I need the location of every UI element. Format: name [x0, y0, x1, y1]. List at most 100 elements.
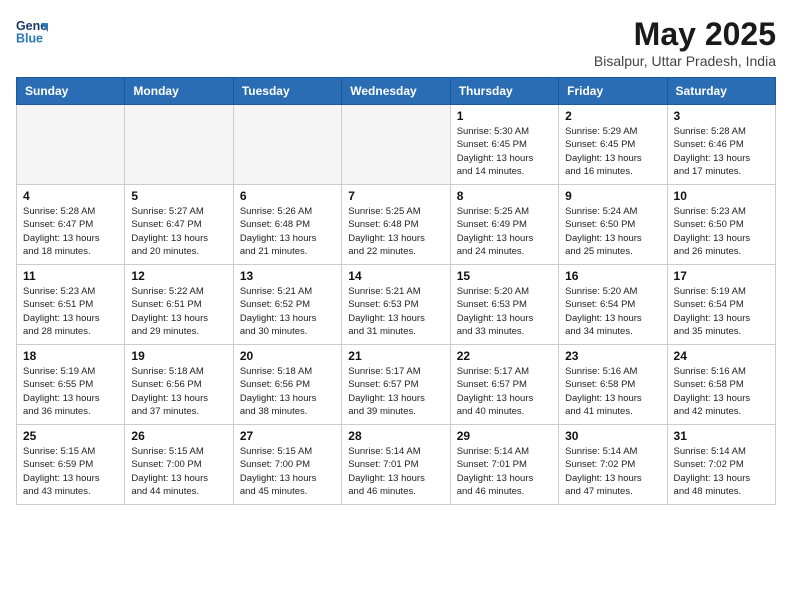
calendar-cell [233, 105, 341, 185]
day-number: 8 [457, 189, 552, 203]
svg-text:Blue: Blue [16, 32, 43, 46]
day-number: 2 [565, 109, 660, 123]
calendar-cell: 24 Sunrise: 5:16 AM Sunset: 6:58 PM Dayli… [667, 345, 775, 425]
calendar-cell: 17Sunrise: 5:19 AM Sunset: 6:54 PM Dayli… [667, 265, 775, 345]
calendar-cell: 25 Sunrise: 5:15 AM Sunset: 6:59 PM Dayli… [17, 425, 125, 505]
day-number: 19 [131, 349, 226, 363]
day-info: Sunrise: 5:17 AM Sunset: 6:57 PM Dayligh… [457, 365, 552, 418]
calendar-week-2: 4Sunrise: 5:28 AM Sunset: 6:47 PM Daylig… [17, 185, 776, 265]
day-number: 28 [348, 429, 443, 443]
calendar-cell: 2 Sunrise: 5:29 AM Sunset: 6:45 PM Daylig… [559, 105, 667, 185]
day-number: 27 [240, 429, 335, 443]
day-info: Sunrise: 5:14 AM Sunset: 7:02 PM Dayligh… [565, 445, 660, 498]
day-number: 3 [674, 109, 769, 123]
day-number: 6 [240, 189, 335, 203]
day-info: Sunrise: 5:15 AM Sunset: 7:00 PM Dayligh… [131, 445, 226, 498]
calendar-cell: 28 Sunrise: 5:14 AM Sunset: 7:01 PM Dayli… [342, 425, 450, 505]
day-info: Sunrise: 5:26 AM Sunset: 6:48 PM Dayligh… [240, 205, 335, 258]
day-info: Sunrise: 5:20 AM Sunset: 6:53 PM Dayligh… [457, 285, 552, 338]
calendar-week-4: 18Sunrise: 5:19 AM Sunset: 6:55 PM Dayli… [17, 345, 776, 425]
day-info: Sunrise: 5:29 AM Sunset: 6:45 PM Dayligh… [565, 125, 660, 178]
day-number: 17 [674, 269, 769, 283]
calendar-cell: 3Sunrise: 5:28 AM Sunset: 6:46 PM Daylig… [667, 105, 775, 185]
calendar-cell: 19 Sunrise: 5:18 AM Sunset: 6:56 PM Dayli… [125, 345, 233, 425]
calendar-cell [342, 105, 450, 185]
weekday-header-saturday: Saturday [667, 78, 775, 105]
day-info: Sunrise: 5:14 AM Sunset: 7:02 PM Dayligh… [674, 445, 769, 498]
day-info: Sunrise: 5:15 AM Sunset: 7:00 PM Dayligh… [240, 445, 335, 498]
calendar-cell: 1 Sunrise: 5:30 AM Sunset: 6:45 PM Daylig… [450, 105, 558, 185]
day-info: Sunrise: 5:30 AM Sunset: 6:45 PM Dayligh… [457, 125, 552, 178]
calendar-cell: 31 Sunrise: 5:14 AM Sunset: 7:02 PM Dayli… [667, 425, 775, 505]
calendar-cell: 16Sunrise: 5:20 AM Sunset: 6:54 PM Dayli… [559, 265, 667, 345]
calendar-cell: 29Sunrise: 5:14 AM Sunset: 7:01 PM Dayli… [450, 425, 558, 505]
day-info: Sunrise: 5:27 AM Sunset: 6:47 PM Dayligh… [131, 205, 226, 258]
day-info: Sunrise: 5:16 AM Sunset: 6:58 PM Dayligh… [674, 365, 769, 418]
day-number: 30 [565, 429, 660, 443]
day-number: 11 [23, 269, 118, 283]
day-info: Sunrise: 5:23 AM Sunset: 6:50 PM Dayligh… [674, 205, 769, 258]
day-number: 12 [131, 269, 226, 283]
calendar-week-3: 11 Sunrise: 5:23 AM Sunset: 6:51 PM Dayli… [17, 265, 776, 345]
calendar-cell: 8 Sunrise: 5:25 AM Sunset: 6:49 PM Daylig… [450, 185, 558, 265]
calendar-cell: 23 Sunrise: 5:16 AM Sunset: 6:58 PM Dayli… [559, 345, 667, 425]
calendar-cell: 9 Sunrise: 5:24 AM Sunset: 6:50 PM Daylig… [559, 185, 667, 265]
calendar-cell: 20Sunrise: 5:18 AM Sunset: 6:56 PM Dayli… [233, 345, 341, 425]
day-info: Sunrise: 5:21 AM Sunset: 6:53 PM Dayligh… [348, 285, 443, 338]
calendar-cell: 26 Sunrise: 5:15 AM Sunset: 7:00 PM Dayli… [125, 425, 233, 505]
day-number: 13 [240, 269, 335, 283]
calendar-cell: 5 Sunrise: 5:27 AM Sunset: 6:47 PM Daylig… [125, 185, 233, 265]
day-number: 9 [565, 189, 660, 203]
day-number: 16 [565, 269, 660, 283]
weekday-header-wednesday: Wednesday [342, 78, 450, 105]
logo: General Blue [16, 16, 48, 48]
calendar-cell: 27 Sunrise: 5:15 AM Sunset: 7:00 PM Dayli… [233, 425, 341, 505]
title-block: May 2025 Bisalpur, Uttar Pradesh, India [594, 16, 776, 69]
calendar-cell: 6 Sunrise: 5:26 AM Sunset: 6:48 PM Daylig… [233, 185, 341, 265]
day-number: 22 [457, 349, 552, 363]
day-info: Sunrise: 5:18 AM Sunset: 6:56 PM Dayligh… [240, 365, 335, 418]
day-info: Sunrise: 5:25 AM Sunset: 6:49 PM Dayligh… [457, 205, 552, 258]
calendar-cell: 22 Sunrise: 5:17 AM Sunset: 6:57 PM Dayli… [450, 345, 558, 425]
day-number: 21 [348, 349, 443, 363]
day-number: 7 [348, 189, 443, 203]
calendar-week-1: 1 Sunrise: 5:30 AM Sunset: 6:45 PM Daylig… [17, 105, 776, 185]
day-number: 23 [565, 349, 660, 363]
calendar-cell: 30 Sunrise: 5:14 AM Sunset: 7:02 PM Dayli… [559, 425, 667, 505]
calendar-week-5: 25 Sunrise: 5:15 AM Sunset: 6:59 PM Dayli… [17, 425, 776, 505]
logo-icon: General Blue [16, 16, 48, 48]
calendar-cell: 4Sunrise: 5:28 AM Sunset: 6:47 PM Daylig… [17, 185, 125, 265]
day-info: Sunrise: 5:16 AM Sunset: 6:58 PM Dayligh… [565, 365, 660, 418]
day-number: 24 [674, 349, 769, 363]
weekday-header-tuesday: Tuesday [233, 78, 341, 105]
day-number: 31 [674, 429, 769, 443]
day-info: Sunrise: 5:19 AM Sunset: 6:55 PM Dayligh… [23, 365, 118, 418]
calendar-cell [125, 105, 233, 185]
day-number: 1 [457, 109, 552, 123]
calendar-cell: 15Sunrise: 5:20 AM Sunset: 6:53 PM Dayli… [450, 265, 558, 345]
day-number: 29 [457, 429, 552, 443]
calendar-table: SundayMondayTuesdayWednesdayThursdayFrid… [16, 77, 776, 505]
day-info: Sunrise: 5:25 AM Sunset: 6:48 PM Dayligh… [348, 205, 443, 258]
day-info: Sunrise: 5:14 AM Sunset: 7:01 PM Dayligh… [348, 445, 443, 498]
day-info: Sunrise: 5:17 AM Sunset: 6:57 PM Dayligh… [348, 365, 443, 418]
day-number: 5 [131, 189, 226, 203]
day-info: Sunrise: 5:21 AM Sunset: 6:52 PM Dayligh… [240, 285, 335, 338]
weekday-header-row: SundayMondayTuesdayWednesdayThursdayFrid… [17, 78, 776, 105]
day-info: Sunrise: 5:15 AM Sunset: 6:59 PM Dayligh… [23, 445, 118, 498]
day-info: Sunrise: 5:24 AM Sunset: 6:50 PM Dayligh… [565, 205, 660, 258]
calendar-cell: 21 Sunrise: 5:17 AM Sunset: 6:57 PM Dayli… [342, 345, 450, 425]
day-number: 26 [131, 429, 226, 443]
day-info: Sunrise: 5:23 AM Sunset: 6:51 PM Dayligh… [23, 285, 118, 338]
day-number: 25 [23, 429, 118, 443]
weekday-header-sunday: Sunday [17, 78, 125, 105]
day-number: 14 [348, 269, 443, 283]
weekday-header-friday: Friday [559, 78, 667, 105]
day-info: Sunrise: 5:18 AM Sunset: 6:56 PM Dayligh… [131, 365, 226, 418]
weekday-header-thursday: Thursday [450, 78, 558, 105]
calendar-cell [17, 105, 125, 185]
day-number: 10 [674, 189, 769, 203]
month-title: May 2025 [594, 16, 776, 53]
calendar-cell: 18Sunrise: 5:19 AM Sunset: 6:55 PM Dayli… [17, 345, 125, 425]
calendar-cell: 12Sunrise: 5:22 AM Sunset: 6:51 PM Dayli… [125, 265, 233, 345]
